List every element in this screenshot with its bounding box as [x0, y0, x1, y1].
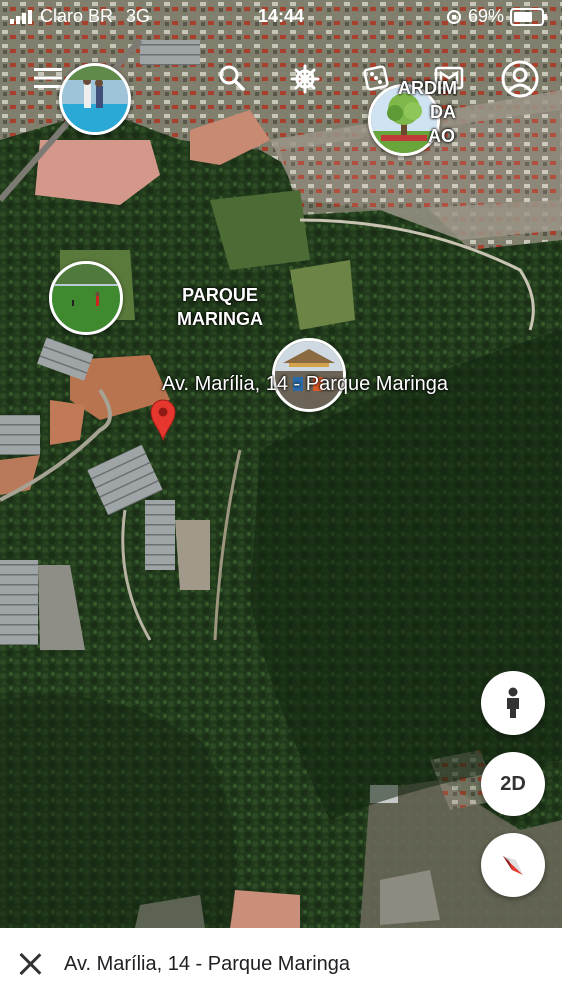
battery-percent: 69%: [467, 6, 504, 26]
photo-pin-pool[interactable]: [59, 63, 131, 135]
search-button[interactable]: [216, 62, 248, 94]
place-label-line1: ARDIM: [398, 78, 457, 98]
dice-icon: [363, 65, 389, 91]
view-mode-label: 2D: [500, 772, 526, 795]
account-icon: [501, 60, 539, 98]
close-icon[interactable]: [18, 952, 42, 976]
photo-thumbnail: [52, 264, 120, 332]
compass-icon: [503, 856, 523, 875]
menu-icon: [34, 68, 62, 88]
ship-wheel-icon: [290, 64, 320, 94]
place-label-line2: DA: [430, 102, 456, 122]
account-button[interactable]: [499, 58, 541, 100]
photo-pin-soccer[interactable]: [49, 261, 123, 335]
orientation-lock-icon: [446, 9, 461, 24]
place-label-line1: PARQUE: [182, 285, 258, 305]
voyager-button[interactable]: [288, 62, 322, 96]
place-bottom-sheet[interactable]: Av. Marília, 14 - Parque Maringa: [0, 928, 562, 1000]
pegman-icon: [507, 687, 519, 718]
location-pin-icon[interactable]: [149, 398, 177, 442]
google-earth-app: Claro BR 3G 14:44 69% PARQUE MARINGA ARD…: [0, 0, 562, 1000]
place-title[interactable]: Av. Marília, 14 - Parque Maringa: [64, 953, 350, 976]
place-label-jardim[interactable]: ARDIM DA AO: [398, 76, 478, 148]
view-mode-toggle[interactable]: 2D: [481, 752, 545, 816]
place-label-parque-maringa[interactable]: PARQUE MARINGA: [160, 283, 280, 331]
battery-indicator: 69%: [446, 6, 547, 27]
compass-button[interactable]: [481, 833, 545, 897]
status-bar: Claro BR 3G 14:44 69%: [0, 0, 562, 32]
photo-thumbnail: [62, 66, 128, 132]
battery-icon: [510, 7, 547, 26]
place-label-line2: MARINGA: [177, 309, 263, 329]
address-label[interactable]: Av. Marília, 14 - Parque Maringa: [162, 373, 448, 396]
search-icon: [219, 65, 245, 91]
street-view-button[interactable]: [481, 671, 545, 735]
place-label-line3: AO: [428, 126, 455, 146]
